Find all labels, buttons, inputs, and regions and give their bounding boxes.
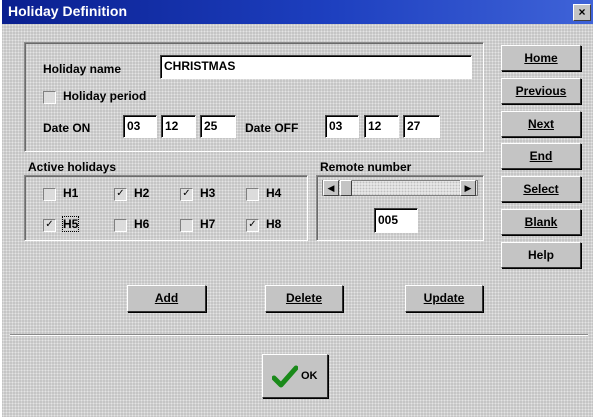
h7-checkbox[interactable] bbox=[180, 219, 193, 232]
h4-label: H4 bbox=[266, 186, 282, 200]
h7-label: H7 bbox=[200, 217, 216, 231]
date-on-month[interactable]: 03 bbox=[123, 115, 157, 138]
date-off-day[interactable]: 12 bbox=[364, 115, 399, 138]
date-off-year[interactable]: 27 bbox=[403, 115, 440, 138]
h4-checkbox[interactable] bbox=[246, 188, 259, 201]
h1-label: H1 bbox=[63, 186, 79, 200]
home-button[interactable]: Home bbox=[501, 45, 581, 71]
scroll-left-arrow-icon[interactable]: ◀ bbox=[323, 180, 339, 196]
previous-button[interactable]: Previous bbox=[501, 78, 581, 104]
h6-checkbox[interactable] bbox=[114, 219, 127, 232]
h8-label: H8 bbox=[266, 217, 282, 231]
date-on-label: Date ON bbox=[43, 121, 91, 135]
date-off-month[interactable]: 03 bbox=[325, 115, 359, 138]
holiday-name-label: Holiday name bbox=[43, 62, 122, 76]
h2-label: H2 bbox=[134, 186, 150, 200]
holiday-period-checkbox[interactable] bbox=[43, 91, 56, 104]
close-button[interactable]: × bbox=[573, 4, 591, 21]
remote-number-field[interactable]: 005 bbox=[374, 208, 418, 233]
blank-button[interactable]: Blank bbox=[501, 209, 581, 235]
h5-checkbox[interactable]: ✓ bbox=[43, 219, 56, 232]
window-title: Holiday Definition bbox=[8, 3, 127, 19]
date-on-year[interactable]: 25 bbox=[200, 115, 236, 138]
h5-label: H5 bbox=[61, 216, 80, 232]
select-button[interactable]: Select bbox=[501, 176, 581, 202]
holiday-definition-window: Holiday Definition × Holiday name CHRIST… bbox=[2, 0, 593, 417]
separator-line bbox=[10, 334, 588, 336]
h1-checkbox[interactable] bbox=[43, 188, 56, 201]
h6-label: H6 bbox=[134, 217, 150, 231]
add-button[interactable]: Add bbox=[127, 285, 206, 312]
active-holidays-panel bbox=[24, 175, 308, 241]
h3-checkbox[interactable]: ✓ bbox=[180, 188, 193, 201]
remote-number-label: Remote number bbox=[320, 160, 412, 174]
date-off-label: Date OFF bbox=[245, 121, 299, 135]
h2-checkbox[interactable]: ✓ bbox=[114, 188, 127, 201]
update-button[interactable]: Update bbox=[405, 285, 483, 312]
end-button[interactable]: End bbox=[501, 143, 581, 169]
title-bar: Holiday Definition × bbox=[2, 0, 593, 24]
ok-label: OK bbox=[301, 370, 318, 382]
holiday-period-label: Holiday period bbox=[63, 89, 147, 103]
h8-checkbox[interactable]: ✓ bbox=[246, 219, 259, 232]
next-button[interactable]: Next bbox=[501, 111, 581, 137]
date-on-day[interactable]: 12 bbox=[161, 115, 196, 138]
h3-label: H3 bbox=[200, 186, 216, 200]
holiday-name-field[interactable]: CHRISTMAS bbox=[160, 55, 472, 79]
scroll-right-arrow-icon[interactable]: ▶ bbox=[460, 180, 476, 196]
scrollbar-thumb[interactable] bbox=[340, 180, 352, 196]
checkmark-icon bbox=[272, 365, 298, 388]
ok-button[interactable]: OK bbox=[262, 354, 328, 398]
help-button[interactable]: Help bbox=[501, 242, 581, 268]
delete-button[interactable]: Delete bbox=[265, 285, 343, 312]
active-holidays-label: Active holidays bbox=[28, 160, 117, 174]
